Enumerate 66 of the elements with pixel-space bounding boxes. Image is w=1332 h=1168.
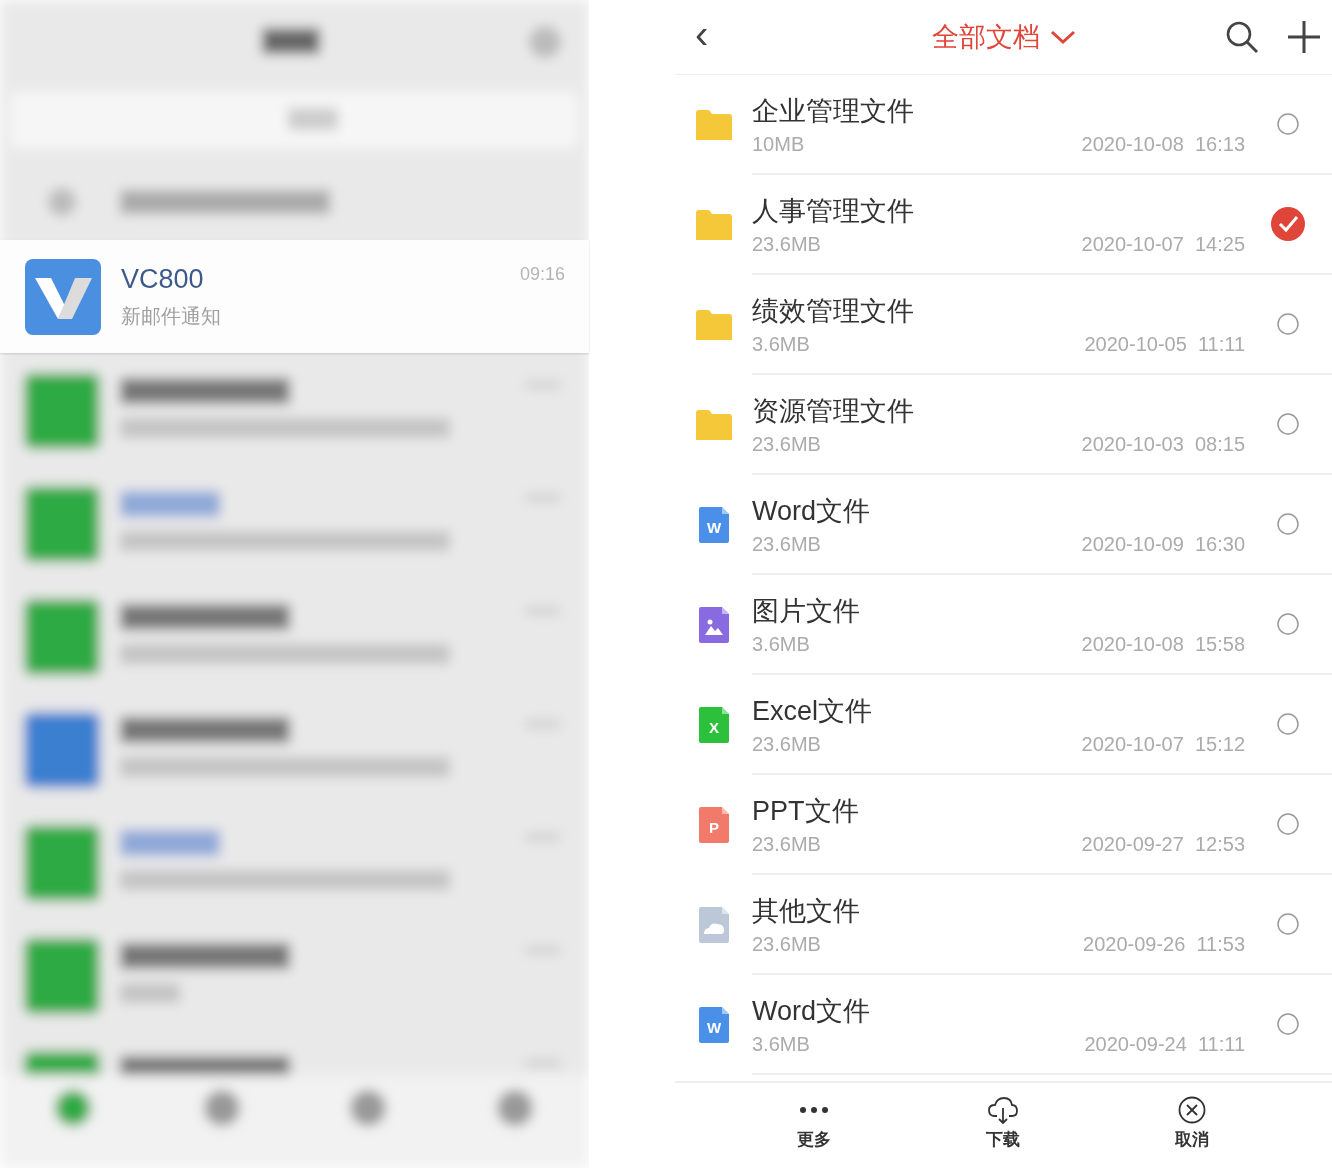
file-size: 23.6MB: [752, 532, 821, 556]
file-size: 23.6MB: [752, 232, 821, 256]
file-name: Word文件: [752, 994, 872, 1028]
file-size: 23.6MB: [752, 732, 821, 756]
folder-icon: [695, 210, 732, 240]
excel-file-icon: X: [698, 707, 729, 743]
file-date: 2020-09-27 12:53: [1081, 832, 1245, 856]
image-file-icon: [698, 607, 729, 643]
folder-icon: [695, 110, 732, 140]
file-size: 3.6MB: [752, 332, 810, 356]
file-row[interactable]: W Word文件 23.6MB 2020-10-09 16:30: [675, 475, 1332, 575]
file-row[interactable]: W Word文件 3.6MB 2020-09-24 11:11: [675, 975, 1332, 1075]
file-row[interactable]: 图片文件 3.6MB 2020-10-08 15:58: [675, 575, 1332, 675]
cancel-button[interactable]: 取消: [1097, 1083, 1286, 1163]
file-row[interactable]: P PPT文件 23.6MB 2020-09-27 12:53: [675, 775, 1332, 875]
file-date: 2020-10-09 16:30: [1081, 532, 1245, 556]
file-date: 2020-10-07 14:25: [1081, 232, 1245, 256]
ppt-file-icon: P: [698, 807, 729, 843]
checked-radio[interactable]: [1270, 206, 1306, 242]
download-button[interactable]: 下载: [908, 1083, 1097, 1163]
chevron-down-icon: [1050, 29, 1077, 45]
notification-time: 09:16: [519, 264, 565, 285]
cloud-download-icon: [986, 1095, 1019, 1124]
word-file-icon: W: [698, 507, 729, 543]
file-name: 其他文件: [752, 894, 861, 928]
file-name: 企业管理文件: [752, 94, 915, 128]
file-date: 2020-10-05 11:11: [1084, 332, 1245, 356]
file-name: 绩效管理文件: [752, 294, 915, 328]
file-date: 2020-09-24 11:11: [1084, 1032, 1245, 1056]
file-row[interactable]: 人事管理文件 23.6MB 2020-10-07 14:25: [675, 175, 1332, 275]
folder-icon: [695, 410, 732, 440]
app-name: VC800: [121, 263, 205, 295]
word-file-icon: W: [698, 1007, 729, 1043]
file-date: 2020-10-03 08:15: [1081, 432, 1245, 456]
file-size: 23.6MB: [752, 832, 821, 856]
file-row[interactable]: 绩效管理文件 3.6MB 2020-10-05 11:11: [675, 275, 1332, 375]
add-icon[interactable]: [1286, 19, 1322, 55]
file-name: Word文件: [752, 494, 872, 528]
file-date: 2020-10-08 16:13: [1081, 132, 1245, 156]
file-row[interactable]: X Excel文件 23.6MB 2020-10-07 15:12: [675, 675, 1332, 775]
file-date: 2020-10-07 15:12: [1081, 732, 1245, 756]
more-button[interactable]: 更多: [719, 1083, 908, 1163]
folder-dropdown[interactable]: 全部文档: [932, 19, 1077, 55]
file-name: Excel文件: [752, 694, 874, 728]
file-date: 2020-10-08 15:58: [1081, 632, 1245, 656]
file-name: 图片文件: [752, 594, 861, 628]
folder-icon: [695, 310, 732, 340]
file-row[interactable]: 企业管理文件 10MB 2020-10-08 16:13: [675, 75, 1332, 175]
back-button[interactable]: ‹: [689, 14, 715, 60]
file-icon: [698, 907, 729, 943]
file-size: 23.6MB: [752, 932, 821, 956]
file-name: PPT文件: [752, 794, 860, 828]
notification-card[interactable]: VC800 新邮件通知 09:16: [0, 240, 589, 353]
file-date: 2020-09-26 11:53: [1083, 932, 1245, 956]
file-size: 23.6MB: [752, 432, 821, 456]
app-logo-icon: [25, 258, 101, 335]
file-name: 资源管理文件: [752, 394, 915, 428]
search-icon[interactable]: [1224, 19, 1260, 55]
file-name: 人事管理文件: [752, 194, 915, 228]
file-size: 10MB: [752, 132, 805, 156]
file-row[interactable]: 资源管理文件 23.6MB 2020-10-03 08:15: [675, 375, 1332, 475]
file-size: 3.6MB: [752, 1032, 810, 1056]
notification-message: 新邮件通知: [121, 303, 222, 329]
more-icon: [799, 1106, 828, 1113]
file-size: 3.6MB: [752, 632, 810, 656]
file-row[interactable]: 其他文件 23.6MB 2020-09-26 11:53: [675, 875, 1332, 975]
